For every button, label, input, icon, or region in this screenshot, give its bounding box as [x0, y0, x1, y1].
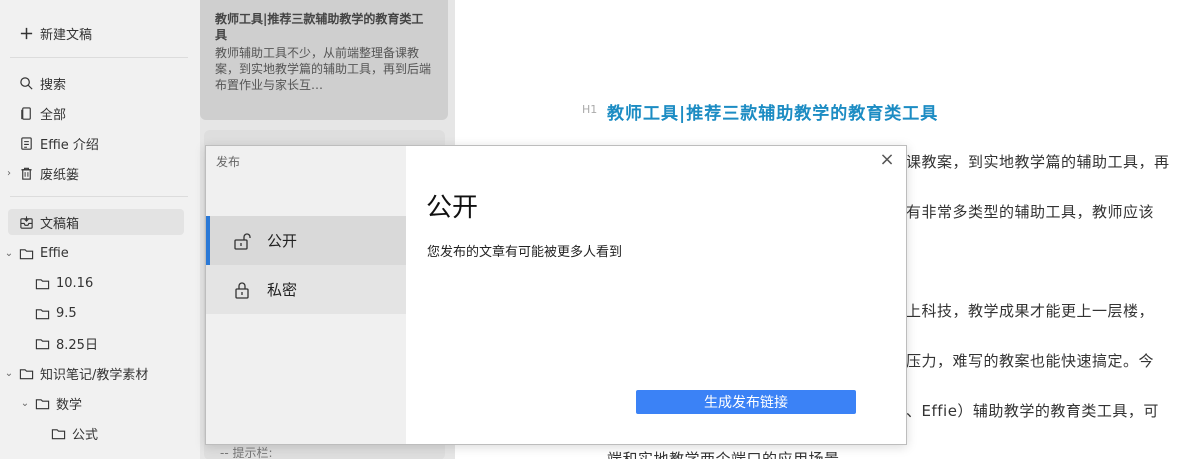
folder-label: Effie	[40, 245, 69, 261]
heading-level-marker: H1	[582, 103, 598, 116]
document-title[interactable]: 教师工具|推荐三款辅助教学的教育类工具	[607, 99, 938, 124]
sidebar-item-label: 文稿箱	[40, 216, 80, 232]
publish-dialog: 发布 公开 私密 × 公开 您发布的文章有可能被更多人看到 生成发布链接	[205, 145, 907, 445]
generate-publish-link-button[interactable]: 生成发布链接	[636, 390, 856, 414]
document-line[interactable]: 有非常多类型的辅助工具，教师应该	[906, 201, 1154, 222]
chevron-down-icon[interactable]: ⌄	[20, 398, 30, 409]
dialog-header: 发布	[216, 155, 241, 169]
sidebar-folder-825[interactable]: 8.25日	[34, 330, 224, 356]
sidebar-item-effie-intro[interactable]: Effie 介绍	[18, 130, 208, 156]
sidebar-item-all[interactable]: 全部	[18, 100, 208, 126]
document-line[interactable]: 课教案，到实地教学篇的辅助工具，再	[906, 151, 1170, 172]
note-card-excerpt: 教师辅助工具不少，从前端整理备课教案，到实地教学篇的辅助工具，再到后端布置作业与…	[215, 46, 432, 92]
new-doc-button[interactable]: 新建文稿	[18, 20, 208, 46]
folder-label: 公式	[72, 427, 99, 443]
lock-icon	[231, 279, 253, 301]
folder-icon	[34, 335, 50, 351]
publish-option-label: 公开	[267, 232, 298, 250]
sidebar-folder-1016[interactable]: 10.16	[34, 270, 224, 296]
folder-label: 数学	[56, 397, 83, 413]
folder-icon	[18, 365, 34, 381]
sidebar-divider	[10, 57, 188, 58]
document-line[interactable]: 、Effie）辅助教学的教育类工具，可	[906, 400, 1159, 421]
publish-options-panel: 发布 公开 私密	[206, 146, 406, 444]
sidebar-item-label: Effie 介绍	[40, 137, 99, 153]
sidebar: 新建文稿 搜索 全部 Effie 介绍 › 废纸篓 文稿箱 ⌄ Effie 10…	[0, 0, 200, 459]
chevron-down-icon[interactable]: ⌄	[4, 248, 14, 259]
document-icon	[18, 135, 34, 151]
inbox-icon	[18, 214, 34, 230]
folder-label: 8.25日	[56, 337, 98, 353]
note-card-title: 教师工具|推荐三款辅助教学的教育类工具	[215, 12, 424, 42]
folder-label: 知识笔记/教学素材	[40, 367, 149, 383]
search-icon	[18, 75, 34, 91]
sidebar-item-label: 搜索	[40, 77, 67, 93]
trash-icon	[18, 165, 34, 181]
publish-option-public[interactable]: 公开	[206, 216, 406, 265]
document-stack-icon	[18, 105, 34, 121]
sidebar-item-search[interactable]: 搜索	[18, 70, 208, 96]
folder-icon	[50, 425, 66, 441]
document-line[interactable]: 端和实地教学两个端口的应用场景	[607, 448, 840, 459]
sidebar-folder-95[interactable]: 9.5	[34, 300, 224, 326]
note-card-selected[interactable]: 教师工具|推荐三款辅助教学的教育类工具 教师辅助工具不少，从前端整理备课教案，到…	[200, 0, 448, 120]
plus-icon	[18, 25, 34, 41]
new-doc-label: 新建文稿	[40, 27, 93, 43]
sidebar-item-trash[interactable]: 废纸篓	[18, 160, 208, 186]
folder-icon	[34, 275, 50, 291]
folder-icon	[18, 245, 34, 261]
sidebar-folder-math[interactable]: 数学	[34, 390, 224, 416]
folder-label: 10.16	[56, 275, 94, 291]
folder-label: 9.5	[56, 305, 77, 321]
folder-icon	[34, 305, 50, 321]
publish-option-label: 私密	[267, 281, 298, 299]
sidebar-folder-knowledge[interactable]: 知识笔记/教学素材	[18, 360, 208, 386]
unlock-icon	[231, 230, 253, 252]
sidebar-divider	[10, 196, 188, 197]
sidebar-folder-effie[interactable]: Effie	[18, 240, 208, 266]
dialog-title: 公开	[426, 193, 479, 223]
sidebar-item-drafts[interactable]: 文稿箱	[8, 209, 184, 235]
document-line[interactable]: 压力，难写的教案也能快速搞定。今	[906, 350, 1154, 371]
sidebar-item-label: 全部	[40, 107, 67, 123]
chevron-down-icon[interactable]: ⌄	[4, 368, 14, 379]
close-icon[interactable]: ×	[876, 148, 898, 170]
tip-bar-label: -- 提示栏:	[220, 446, 273, 459]
folder-icon	[34, 395, 50, 411]
chevron-right-icon[interactable]: ›	[4, 168, 14, 179]
sidebar-item-label: 废纸篓	[40, 167, 80, 183]
dialog-description: 您发布的文章有可能被更多人看到	[427, 245, 623, 260]
document-line[interactable]: 上科技，教学成果才能更上一层楼，	[906, 300, 1154, 321]
publish-option-private[interactable]: 私密	[206, 265, 406, 314]
